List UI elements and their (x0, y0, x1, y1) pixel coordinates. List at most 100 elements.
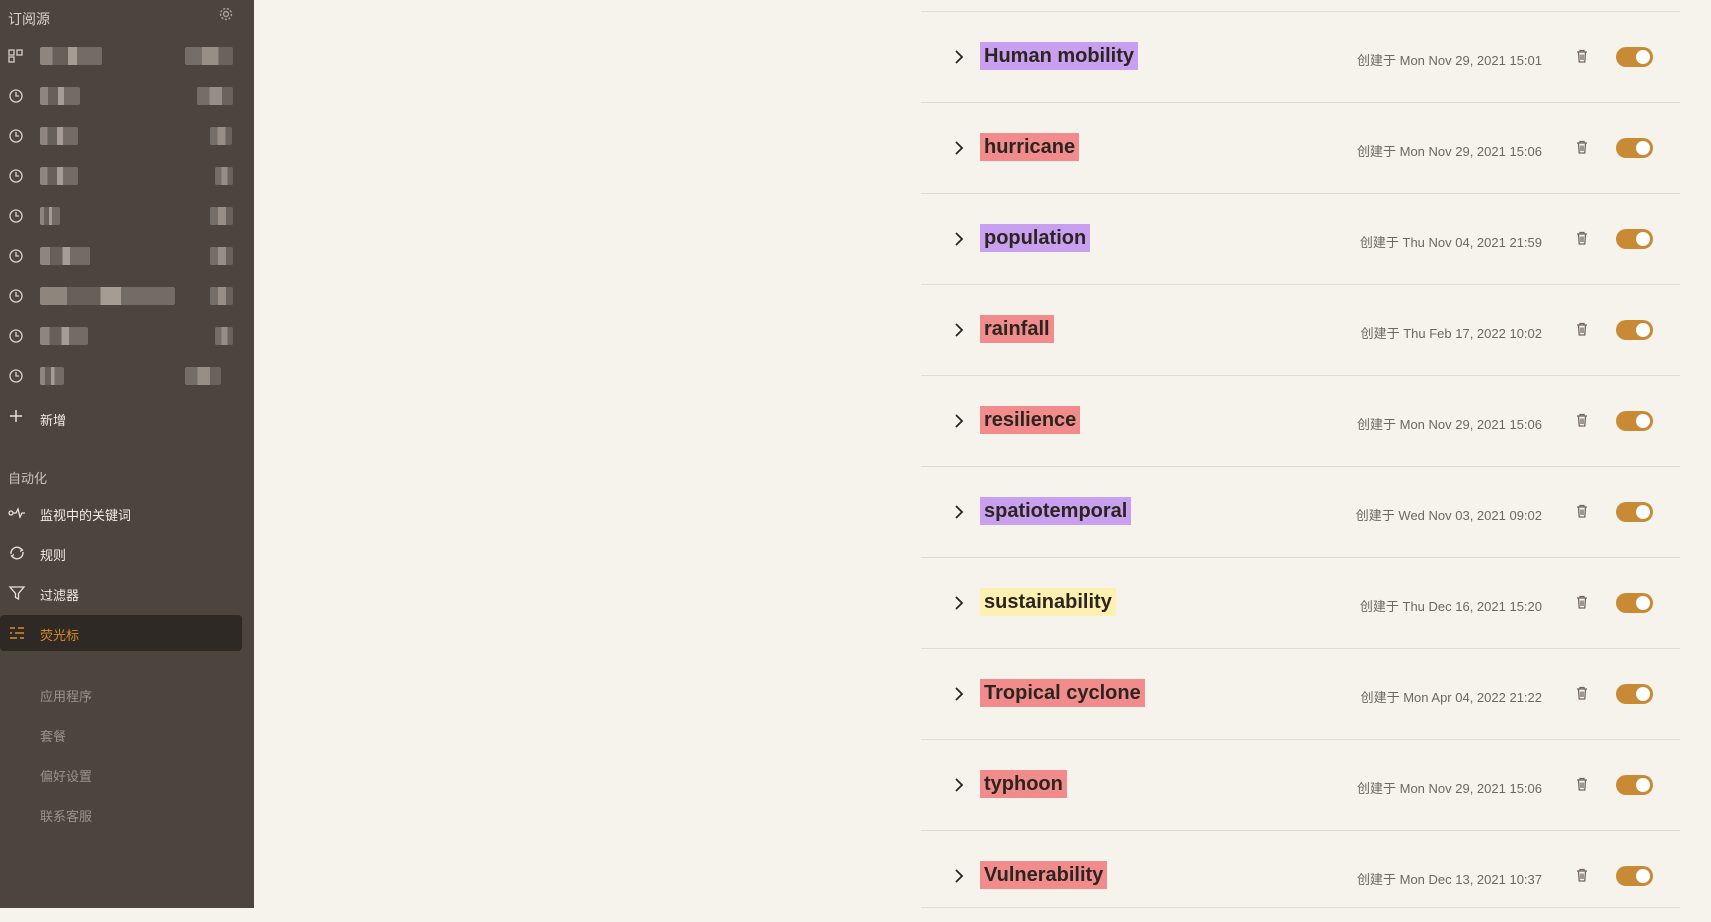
automation-section-title: 自动化 (8, 471, 48, 486)
enable-toggle[interactable] (1616, 411, 1653, 431)
enable-toggle[interactable] (1616, 775, 1653, 795)
feed-count-obscured (210, 247, 233, 265)
chevron-right-icon[interactable] (951, 322, 967, 338)
chevron-right-icon[interactable] (951, 686, 967, 702)
clock-icon (8, 208, 24, 224)
feed-item[interactable] (0, 316, 254, 356)
feed-item[interactable] (0, 276, 254, 316)
nav-label-highlighters: 荧光标 (40, 628, 80, 643)
feed-count-obscured (185, 47, 233, 65)
sidebar-header: 订阅源 (0, 0, 254, 34)
grid-icon (8, 48, 24, 64)
feed-item[interactable] (0, 156, 254, 196)
chevron-right-icon[interactable] (951, 231, 967, 247)
trash-icon[interactable] (1574, 685, 1590, 701)
feed-name-obscured (40, 47, 102, 65)
highlight-row: spatiotemporal 创建于 Wed Nov 03, 2021 09:02 (921, 466, 1680, 558)
feed-item-all[interactable] (0, 36, 254, 76)
feed-name-obscured (40, 327, 88, 345)
created-date: 创建于 Mon Apr 04, 2022 21:22 (1360, 690, 1542, 705)
created-date: 创建于 Thu Nov 04, 2021 21:59 (1359, 235, 1542, 250)
feed-item[interactable] (0, 76, 254, 116)
feed-count-obscured (210, 127, 232, 145)
highlight-keyword[interactable]: Human mobility (980, 42, 1139, 70)
nav-item-keywords[interactable]: 监视中的关键词 (0, 495, 242, 531)
link-preferences[interactable]: 偏好设置 (40, 766, 92, 785)
chevron-right-icon[interactable] (951, 504, 967, 520)
highlight-row: typhoon 创建于 Mon Nov 29, 2021 15:06 (921, 739, 1680, 831)
highlight-row: resilience 创建于 Mon Nov 29, 2021 15:06 (921, 375, 1680, 467)
link-apps[interactable]: 应用程序 (40, 686, 92, 705)
add-feed-button[interactable]: 新增 (0, 404, 254, 430)
feed-count-obscured (210, 207, 233, 225)
highlight-row: population 创建于 Thu Nov 04, 2021 21:59 (921, 193, 1680, 285)
enable-toggle[interactable] (1616, 502, 1653, 522)
filter-icon (8, 585, 26, 601)
chevron-right-icon[interactable] (951, 595, 967, 611)
chevron-right-icon[interactable] (951, 49, 967, 65)
feed-item[interactable] (0, 356, 254, 396)
highlight-keyword[interactable]: population (980, 224, 1091, 252)
feed-item[interactable] (0, 116, 254, 156)
highlight-keyword[interactable]: hurricane (980, 133, 1080, 161)
chevron-right-icon[interactable] (951, 777, 967, 793)
gear-icon[interactable] (218, 6, 234, 22)
highlight-row: sustainability 创建于 Thu Dec 16, 2021 15:20 (921, 557, 1680, 649)
plus-icon (8, 408, 24, 424)
enable-toggle[interactable] (1616, 138, 1653, 158)
highlight-row: Tropical cyclone 创建于 Mon Apr 04, 2022 21:… (921, 648, 1680, 740)
highlight-keyword[interactable]: typhoon (980, 770, 1067, 798)
highlight-keyword[interactable]: rainfall (980, 315, 1054, 343)
link-support[interactable]: 联系客服 (40, 806, 92, 825)
trash-icon[interactable] (1574, 321, 1590, 337)
toggle-knob (1636, 414, 1650, 428)
feed-item[interactable] (0, 196, 254, 236)
trash-icon[interactable] (1574, 139, 1590, 155)
created-date: 创建于 Mon Nov 29, 2021 15:06 (1357, 417, 1542, 432)
clock-icon (8, 328, 24, 344)
created-date: 创建于 Mon Nov 29, 2021 15:01 (1357, 53, 1542, 68)
chevron-right-icon[interactable] (951, 868, 967, 884)
trash-icon[interactable] (1574, 230, 1590, 246)
highlight-keyword[interactable]: Tropical cyclone (980, 679, 1145, 707)
enable-toggle[interactable] (1616, 320, 1653, 340)
trash-icon[interactable] (1574, 594, 1590, 610)
highlight-keyword[interactable]: spatiotemporal (980, 497, 1132, 525)
feed-name-obscured (40, 367, 64, 385)
feed-name-obscured (40, 127, 78, 145)
enable-toggle[interactable] (1616, 866, 1653, 886)
feed-item[interactable] (0, 236, 254, 276)
chevron-right-icon[interactable] (951, 140, 967, 156)
highlight-keyword[interactable]: resilience (980, 406, 1081, 434)
trash-icon[interactable] (1574, 776, 1590, 792)
chevron-right-icon[interactable] (951, 413, 967, 429)
toggle-knob (1636, 141, 1650, 155)
highlight-keyword[interactable]: sustainability (980, 588, 1116, 616)
created-date: 创建于 Mon Nov 29, 2021 15:06 (1357, 144, 1542, 159)
highlighter-icon (8, 625, 26, 641)
feed-count-obscured (215, 167, 233, 185)
trash-icon[interactable] (1574, 503, 1590, 519)
clock-icon (8, 168, 24, 184)
feed-name-obscured (40, 87, 80, 105)
enable-toggle[interactable] (1616, 593, 1653, 613)
trash-icon[interactable] (1574, 867, 1590, 883)
enable-toggle[interactable] (1616, 229, 1653, 249)
feed-count-obscured (210, 287, 233, 305)
link-plans[interactable]: 套餐 (40, 726, 66, 745)
nav-label-keywords: 监视中的关键词 (40, 508, 132, 523)
highlight-keyword[interactable]: Vulnerability (980, 861, 1108, 889)
feed-name-obscured (40, 207, 60, 225)
toggle-knob (1636, 687, 1650, 701)
enable-toggle[interactable] (1616, 47, 1653, 67)
nav-item-rules[interactable]: 规则 (0, 535, 242, 571)
trash-icon[interactable] (1574, 48, 1590, 64)
feed-count-obscured (185, 367, 221, 385)
toggle-knob (1636, 505, 1650, 519)
toggle-knob (1636, 869, 1650, 883)
nav-item-highlighters[interactable]: 荧光标 (0, 615, 242, 651)
enable-toggle[interactable] (1616, 684, 1653, 704)
trash-icon[interactable] (1574, 412, 1590, 428)
nav-item-filters[interactable]: 过滤器 (0, 575, 242, 611)
clock-icon (8, 248, 24, 264)
